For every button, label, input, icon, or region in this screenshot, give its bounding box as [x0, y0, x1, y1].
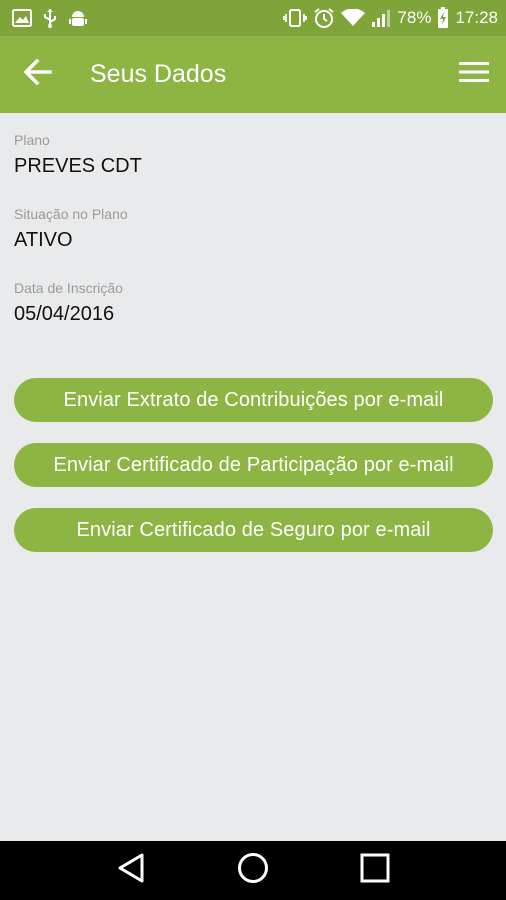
- battery-percent: 78%: [397, 8, 432, 27]
- signal-icon: [371, 9, 391, 27]
- field-value: ATIVO: [14, 229, 73, 251]
- status-time: 17:28: [455, 8, 498, 27]
- triangle-back-icon: [116, 852, 146, 889]
- hamburger-menu-icon: [459, 61, 489, 88]
- status-bar: 78% 17:28: [0, 0, 506, 36]
- usb-icon: [42, 8, 58, 28]
- field-label: Situação no Plano: [14, 206, 128, 222]
- status-notifications: [12, 8, 88, 28]
- arrow-back-icon: [23, 58, 52, 90]
- circle-home-icon: [237, 852, 269, 889]
- android-debug-icon: [68, 8, 88, 28]
- field-plano: Plano PREVES CDT: [14, 131, 142, 178]
- field-data-inscricao: Data de Inscrição 05/04/2016: [14, 279, 123, 326]
- field-value: 05/04/2016: [14, 303, 115, 325]
- nav-recents-button[interactable]: [345, 846, 405, 896]
- nav-home-button[interactable]: [223, 846, 283, 896]
- page-title: Seus Dados: [90, 60, 227, 88]
- image-icon: [12, 9, 32, 27]
- square-recents-icon: [360, 853, 390, 888]
- nav-back-button[interactable]: [101, 846, 161, 896]
- menu-button[interactable]: [448, 49, 500, 101]
- vibrate-icon: [283, 8, 308, 28]
- status-system: 78% 17:28: [283, 7, 498, 29]
- field-value: PREVES CDT: [14, 155, 142, 177]
- alarm-icon: [313, 7, 335, 29]
- battery-charging-icon: [437, 7, 449, 29]
- field-situacao: Situação no Plano ATIVO: [14, 205, 128, 252]
- send-insurance-certificate-button[interactable]: Enviar Certificado de Seguro por e-mail: [14, 508, 493, 552]
- system-nav-bar: [0, 841, 506, 900]
- app-bar: Seus Dados: [0, 36, 506, 113]
- back-button[interactable]: [12, 49, 64, 101]
- send-participation-certificate-button[interactable]: Enviar Certificado de Participação por e…: [14, 443, 493, 487]
- field-label: Plano: [14, 132, 50, 148]
- field-label: Data de Inscrição: [14, 280, 123, 296]
- content-area: Plano PREVES CDT Situação no Plano ATIVO…: [0, 113, 506, 841]
- send-statement-button[interactable]: Enviar Extrato de Contribuições por e-ma…: [14, 378, 493, 422]
- wifi-icon: [341, 9, 366, 27]
